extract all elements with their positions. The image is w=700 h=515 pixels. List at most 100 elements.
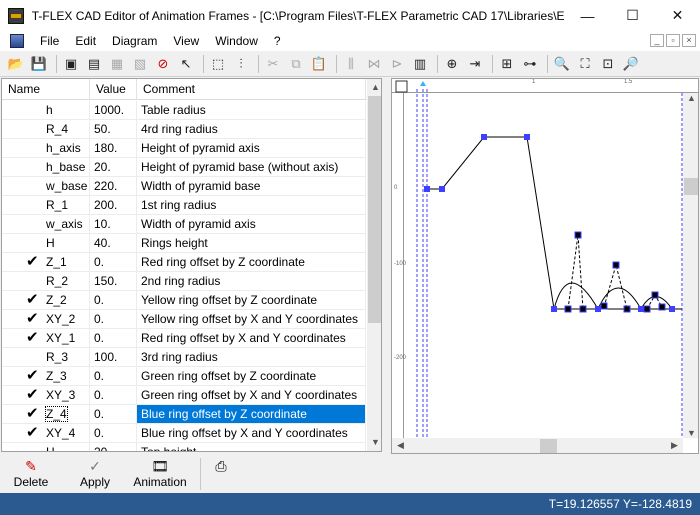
table-row[interactable]: R_2 150. 2nd ring radius [2,272,366,291]
control-point[interactable] [600,302,608,310]
cell-value[interactable]: 0. [90,386,137,404]
control-point[interactable] [564,305,572,313]
zoom-in-point-icon[interactable]: ⊕ [442,54,462,74]
cell-comment[interactable]: 1st ring radius [137,196,366,214]
checkmark-icon[interactable]: ✔ [26,424,39,442]
cell-name[interactable]: R_2 [2,272,90,290]
align-icon[interactable]: ⫼ [341,54,361,74]
key-point[interactable] [424,186,430,192]
table-row[interactable]: R_3 100. 3rd ring radius [2,348,366,367]
key-point[interactable] [638,306,644,312]
paste-icon[interactable]: 📋 [309,54,329,74]
table-row[interactable]: ✔ XY_1 0. Red ring offset by X and Y coordi… [2,329,366,348]
cell-value[interactable]: 100. [90,348,137,366]
cell-value[interactable]: 50. [90,120,137,138]
cell-comment[interactable]: Green ring offset by X and Y coordinates [137,386,366,404]
table-row[interactable]: R_1 200. 1st ring radius [2,196,366,215]
cell-name[interactable]: ✔ XY_2 [2,310,90,328]
mdi-restore-button[interactable]: ▫ [666,34,680,47]
scale-icon[interactable]: ⇥ [465,54,485,74]
cell-name[interactable]: ✔ Z_1 [2,253,90,271]
cell-comment[interactable]: 2nd ring radius [137,272,366,290]
menu-edit[interactable]: Edit [67,34,104,48]
menu-window[interactable]: Window [207,34,266,48]
zoom-window-icon[interactable]: 🔎 [621,54,641,74]
cell-value[interactable]: 200. [90,196,137,214]
table-row[interactable]: h 1000. Table radius [2,101,366,120]
copy-frame-icon[interactable]: ▦ [107,54,127,74]
cell-value[interactable]: 20. [90,158,137,176]
checkmark-icon[interactable]: ✔ [26,253,39,271]
mirror-icon[interactable]: ⊳ [387,54,407,74]
diagram-vertical-scrollbar[interactable]: ▲ ▼ [683,93,698,438]
node-icon[interactable]: ⊶ [520,54,540,74]
cell-name[interactable]: R_1 [2,196,90,214]
menu-view[interactable]: View [165,34,207,48]
cell-value[interactable]: 0. [90,291,137,309]
diagram-icon[interactable]: ▤ [84,54,104,74]
cell-comment[interactable]: Yellow ring offset by X and Y coordinate… [137,310,366,328]
cell-comment[interactable]: Height of pyramid axis [137,139,366,157]
cell-name[interactable]: H [2,234,90,252]
cell-value[interactable]: 0. [90,253,137,271]
scroll-left-arrow-icon[interactable]: ◀ [392,440,409,451]
table-row[interactable]: H_ 20 Top height [2,443,366,451]
frame-icon[interactable]: ▣ [61,54,81,74]
cell-name[interactable]: h_axis [2,139,90,157]
fit-all-icon[interactable]: ⊡ [598,54,618,74]
scroll-up-arrow-icon[interactable]: ▲ [367,79,381,96]
table-row[interactable]: ✔ Z_1 0. Red ring offset by Z coordinate [2,253,366,272]
table-row[interactable]: w_axis 10. Width of pyramid axis [2,215,366,234]
cell-comment[interactable]: Width of pyramid base [137,177,366,195]
cell-value[interactable]: 0. [90,329,137,347]
control-point[interactable] [643,305,651,313]
control-point[interactable] [651,291,659,299]
export-button[interactable]: ⎙ [209,455,233,475]
cell-comment[interactable]: 3rd ring radius [137,348,366,366]
table-row[interactable]: h_axis 180. Height of pyramid axis [2,139,366,158]
cell-value[interactable]: 40. [90,234,137,252]
ruler-corner-zoom-icon[interactable] [395,80,408,93]
menu-file[interactable]: File [32,34,67,48]
checkmark-icon[interactable]: ✔ [26,291,39,309]
control-point[interactable] [574,231,582,239]
control-point[interactable] [623,305,631,313]
cell-value[interactable]: 0. [90,367,137,385]
header-comment[interactable]: Comment [137,79,366,99]
table-row[interactable]: h_base 20. Height of pyramid base (without… [2,158,366,177]
cell-value[interactable]: 20 [90,443,137,451]
key-point[interactable] [524,134,530,140]
table-row[interactable]: ✔ XY_4 0. Blue ring offset by X and Y coord… [2,424,366,443]
cell-comment[interactable]: Width of pyramid axis [137,215,366,233]
animation-button[interactable]: 🎞 Animation [128,455,192,489]
cut-icon[interactable]: ✂ [263,54,283,74]
table-icon[interactable]: ▥ [410,54,430,74]
scroll-thumb[interactable] [540,439,557,453]
cell-comment[interactable]: Yellow ring offset by Z coordinate [137,291,366,309]
cell-name[interactable]: h_base [2,158,90,176]
select-rect-icon[interactable]: ⬚ [208,54,228,74]
open-icon[interactable]: 📂 [6,54,26,74]
mdi-close-button[interactable]: × [682,34,696,47]
table-row[interactable]: ✔ Z_3 0. Green ring offset by Z coordinate [2,367,366,386]
time-marker-icon[interactable] [420,81,426,86]
cell-value[interactable]: 1000. [90,101,137,119]
cell-name[interactable]: h [2,101,90,119]
cell-name[interactable]: ✔ Z_4 [2,405,90,423]
cell-name[interactable]: w_axis [2,215,90,233]
cell-comment[interactable]: Height of pyramid base (without axis) [137,158,366,176]
header-name[interactable]: Name [2,79,90,99]
scroll-down-arrow-icon[interactable]: ▼ [683,428,698,438]
cell-comment[interactable]: Blue ring offset by X and Y coordinates [137,424,366,442]
cell-name[interactable]: ✔ XY_3 [2,386,90,404]
cell-name[interactable]: R_4 [2,120,90,138]
table-row[interactable]: H 40. Rings height [2,234,366,253]
menu-help[interactable]: ? [266,34,289,48]
cell-value[interactable]: 0. [90,310,137,328]
scroll-thumb[interactable] [368,96,381,323]
cell-comment[interactable]: Table radius [137,101,366,119]
menu-diagram[interactable]: Diagram [104,34,165,48]
key-point[interactable] [551,306,557,312]
cell-value[interactable]: 10. [90,215,137,233]
cell-name[interactable]: R_3 [2,348,90,366]
